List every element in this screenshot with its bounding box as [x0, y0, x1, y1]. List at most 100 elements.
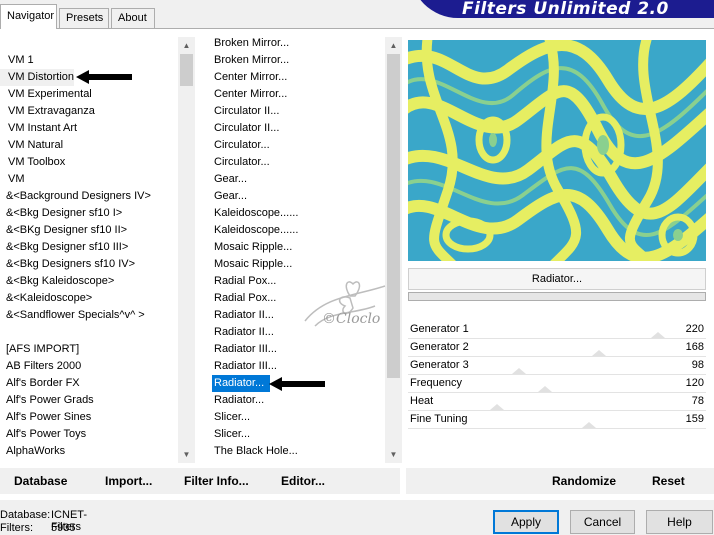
apply-button[interactable]: Apply: [493, 510, 559, 534]
scroll-down-icon[interactable]: ▼: [178, 446, 195, 463]
slider-thumb[interactable]: [582, 422, 596, 428]
filter-scrollbar[interactable]: ▲ ▼: [385, 37, 402, 463]
category-item[interactable]: Alf's Power Sines: [0, 409, 91, 426]
slider-value: 159: [685, 413, 704, 425]
filter-item[interactable]: Radial Pox...: [207, 273, 276, 290]
filter-item[interactable]: Gear...: [207, 188, 247, 205]
import-button[interactable]: Import...: [105, 474, 152, 488]
filter-item[interactable]: Circulator...: [207, 154, 270, 171]
slider-value: 220: [685, 323, 704, 335]
category-item[interactable]: &<Background Designers IV>: [0, 188, 151, 205]
category-item[interactable]: VM Instant Art: [0, 120, 77, 137]
tab-about[interactable]: About: [111, 8, 155, 28]
slider-thumb[interactable]: [512, 368, 526, 374]
slider-value: 78: [691, 395, 704, 407]
filter-item[interactable]: Radiator...: [207, 392, 264, 409]
filter-item[interactable]: Radiator III...: [207, 358, 277, 375]
category-item[interactable]: AB Filters 2000: [0, 358, 81, 375]
progress-bar: [408, 292, 706, 301]
app-title: Filters Unlimited 2.0: [462, 0, 669, 18]
category-item[interactable]: &<Kaleidoscope>: [0, 290, 92, 307]
preview-image: [408, 40, 706, 261]
slider-thumb[interactable]: [651, 332, 665, 338]
filter-list[interactable]: Broken Mirror... Broken Mirror... Center M…: [207, 38, 387, 462]
filter-item[interactable]: Slicer...: [207, 409, 250, 426]
category-item[interactable]: &<BKg Designer sf10 II>: [0, 222, 127, 239]
category-item[interactable]: &<Bkg Designer sf10 III>: [0, 239, 128, 256]
category-item[interactable]: Alf's Power Grads: [0, 392, 94, 409]
category-list[interactable]: VM 1 VM Distortion VM Experimental VM Extra…: [0, 38, 180, 462]
tab-navigator[interactable]: Navigator: [0, 4, 57, 29]
category-item[interactable]: VM Extravaganza: [0, 103, 95, 120]
filter-item[interactable]: Center Mirror...: [207, 86, 287, 103]
category-scrollbar[interactable]: ▲ ▼: [178, 37, 195, 463]
filter-item[interactable]: Circulator...: [207, 137, 270, 154]
filter-info-button[interactable]: Filter Info...: [184, 474, 249, 488]
category-item[interactable]: Alf's Border FX: [0, 375, 80, 392]
help-button[interactable]: Help: [646, 510, 713, 534]
slider-thumb[interactable]: [538, 386, 552, 392]
slider-thumb[interactable]: [490, 404, 504, 410]
category-item[interactable]: VM 1: [0, 52, 34, 69]
randomize-button[interactable]: Randomize: [552, 474, 616, 488]
current-filter-name: Radiator...: [408, 268, 706, 290]
tab-bar: Navigator Presets About: [0, 0, 410, 29]
filter-item[interactable]: Radial Pox...: [207, 290, 276, 307]
filter-item[interactable]: Radiator II...: [207, 307, 274, 324]
filter-item[interactable]: Radiator...: [212, 375, 270, 392]
database-button[interactable]: Database: [14, 474, 67, 488]
watermark-text: ©Cloclo: [322, 311, 381, 327]
category-item[interactable]: VM Experimental: [0, 86, 92, 103]
status-database-label: Database:: [0, 509, 51, 521]
status-filters-value: 5935: [51, 522, 76, 534]
filter-item[interactable]: Slicer...: [207, 426, 250, 443]
slider-fine-tuning[interactable]: Fine Tuning 159: [408, 411, 706, 429]
slider-value: 120: [685, 377, 704, 389]
slider-generator-1[interactable]: Generator 1 220: [408, 321, 706, 339]
slider-label: Heat: [410, 395, 434, 407]
scroll-up-icon[interactable]: ▲: [178, 37, 195, 54]
category-item[interactable]: VM Toolbox: [0, 154, 65, 171]
category-item[interactable]: Alf's Power Toys: [0, 426, 86, 443]
category-item[interactable]: &<Bkg Kaleidoscope>: [0, 273, 114, 290]
filter-item[interactable]: The Black Hole...: [207, 443, 298, 460]
slider-label: Frequency: [410, 377, 462, 389]
filter-item[interactable]: Radiator II...: [207, 324, 274, 341]
slider-value: 98: [691, 359, 704, 371]
slider-generator-2[interactable]: Generator 2 168: [408, 339, 706, 357]
reset-button[interactable]: Reset: [652, 474, 685, 488]
filter-item[interactable]: Radiator III...: [207, 341, 277, 358]
filter-item[interactable]: Broken Mirror...: [207, 52, 289, 69]
slider-label: Generator 2: [410, 341, 469, 353]
filter-item[interactable]: Kaleidoscope......: [207, 205, 298, 222]
slider-frequency[interactable]: Frequency 120: [408, 375, 706, 393]
filter-item[interactable]: Circulator II...: [207, 120, 279, 137]
filter-item[interactable]: Center Mirror...: [207, 69, 287, 86]
category-item[interactable]: AlphaWorks: [0, 443, 65, 460]
filter-item[interactable]: Mosaic Ripple...: [207, 239, 292, 256]
scroll-thumb[interactable]: [180, 54, 193, 86]
slider-thumb[interactable]: [592, 350, 606, 356]
filter-item[interactable]: Gear...: [207, 171, 247, 188]
tab-presets[interactable]: Presets: [59, 8, 109, 28]
filter-item[interactable]: Broken Mirror...: [207, 38, 289, 52]
cancel-button[interactable]: Cancel: [570, 510, 635, 534]
scroll-down-icon[interactable]: ▼: [385, 446, 402, 463]
category-item[interactable]: VM Distortion: [0, 69, 75, 86]
category-item[interactable]: [AFS IMPORT]: [0, 341, 79, 358]
category-item[interactable]: &<Bkg Designers sf10 IV>: [0, 256, 135, 273]
slider-heat[interactable]: Heat 78: [408, 393, 706, 411]
filter-item[interactable]: Mosaic Ripple...: [207, 256, 292, 273]
slider-label: Generator 3: [410, 359, 469, 371]
filter-item[interactable]: Circulator II...: [207, 103, 279, 120]
category-item[interactable]: VM Natural: [0, 137, 63, 154]
editor-button[interactable]: Editor...: [281, 474, 325, 488]
slider-label: Generator 1: [410, 323, 469, 335]
category-item[interactable]: VM: [0, 171, 25, 188]
category-item[interactable]: &<Bkg Designer sf10 I>: [0, 205, 122, 222]
slider-label: Fine Tuning: [410, 413, 468, 425]
filter-item[interactable]: Kaleidoscope......: [207, 222, 298, 239]
slider-generator-3[interactable]: Generator 3 98: [408, 357, 706, 375]
category-item[interactable]: &<Sandflower Specials^v^ >: [0, 307, 145, 324]
scroll-up-icon[interactable]: ▲: [385, 37, 402, 54]
